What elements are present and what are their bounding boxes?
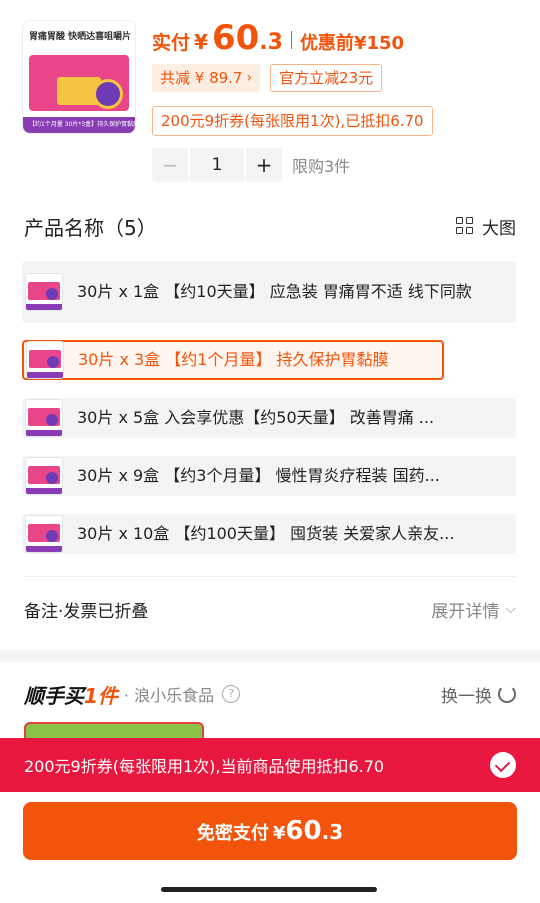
buy-along-header: 顺手买1件 · 浪小乐食品 ? 换一换 xyxy=(24,678,516,710)
home-indicator xyxy=(161,887,377,892)
purchase-limit: 限购3件 xyxy=(292,157,351,176)
option-item-selected[interactable]: 30片 x 3盒 【约1个月量】 持久保护胃黏膜 xyxy=(22,340,444,380)
expand-details-label: 展开详情 xyxy=(431,601,500,622)
official-discount-badge: 官方立减23元 xyxy=(270,64,383,92)
options-header: 产品名称（5） 大图 xyxy=(24,208,516,244)
option-thumbnail xyxy=(25,399,63,437)
option-thumbnail xyxy=(25,457,63,495)
big-view-label: 大图 xyxy=(482,218,516,239)
price-row: 实付 ¥ 60 .3 优惠前 ¥150 xyxy=(152,18,404,62)
option-label: 30片 x 1盒 【约10天量】 应急装 胃痛胃不适 线下同款 xyxy=(77,282,472,301)
option-label: 30片 x 10盒 【约100天量】 囤货装 关爱家人亲友... xyxy=(77,524,455,543)
pay-amount-integer: 60 xyxy=(285,816,322,846)
pay-label: 免密支付 xyxy=(196,823,269,844)
expand-details-button[interactable]: 展开详情 ⌵ xyxy=(431,597,516,622)
option-thumbnail xyxy=(25,273,63,311)
refresh-icon xyxy=(498,685,516,703)
big-view-button[interactable]: 大图 xyxy=(456,214,516,239)
pay-currency: ¥ xyxy=(272,823,286,844)
option-item[interactable]: 30片 x 10盒 【约100天量】 囤货装 关爱家人亲友... xyxy=(22,514,516,554)
option-label: 30片 x 5盒 入会享优惠【约50天量】 改善胃痛 ... xyxy=(77,408,435,427)
price-before: ¥150 xyxy=(353,33,405,54)
coupon-banner[interactable]: 200元9折券(每张限用1次),当前商品使用抵扣6.70 xyxy=(0,738,540,792)
buy-along-brand: 顺手买1件 xyxy=(24,683,118,708)
option-thumbnail xyxy=(25,515,63,553)
option-item[interactable]: 30片 x 5盒 入会享优惠【约50天量】 改善胃痛 ... xyxy=(22,398,516,438)
coupon-badge[interactable]: 200元9折券(每张限用1次),已抵扣6.70 xyxy=(152,106,433,136)
option-item[interactable]: 30片 x 9盒 【约3个月量】 慢性胃炎疗程装 国药... xyxy=(22,456,516,496)
thumbnail-title: 胃痛胃酸 快晒达喜咀嚼片 xyxy=(29,32,132,42)
quantity-stepper: − 1 + 限购3件 xyxy=(152,148,350,182)
refresh-button[interactable]: 换一换 xyxy=(441,682,516,707)
grid-icon xyxy=(456,217,474,235)
shop-name[interactable]: · 浪小乐食品 xyxy=(124,682,214,706)
option-item[interactable]: 30片 x 1盒 【约10天量】 应急装 胃痛胃不适 线下同款 xyxy=(22,261,516,323)
pay-amount-decimal: .3 xyxy=(321,820,344,844)
product-thumbnail[interactable]: 胃痛胃酸 快晒达喜咀嚼片 【约1个月量 30片*3盒】持久保护胃黏膜 xyxy=(22,20,136,134)
pay-button[interactable]: 免密支付 ¥ 60 .3 xyxy=(23,802,517,860)
remark-label: 备注·发票已折叠 xyxy=(24,601,149,622)
quantity-input[interactable]: 1 xyxy=(190,148,244,182)
divider xyxy=(24,576,516,577)
chevron-right-icon: › xyxy=(246,70,253,86)
price-decimal: .3 xyxy=(259,30,283,55)
thumbnail-footer: 【约1个月量 30片*3盒】持久保护胃黏膜 xyxy=(23,117,135,133)
discount-row: 共减 ¥ 89.7 › 官方立减23元 xyxy=(152,64,383,92)
section-gap xyxy=(0,650,540,662)
price-label: 实付 xyxy=(152,32,191,54)
remark-row[interactable]: 备注·发票已折叠 展开详情 ⌵ xyxy=(24,592,516,626)
price-currency: ¥ xyxy=(194,30,208,54)
increase-button[interactable]: + xyxy=(246,148,282,182)
price-integer: 60 xyxy=(211,18,260,58)
check-icon[interactable] xyxy=(490,752,516,778)
coupon-banner-text: 200元9折券(每张限用1次),当前商品使用抵扣6.70 xyxy=(24,757,385,776)
total-discount-text: 共减 ¥ 89.7 xyxy=(160,69,243,87)
decrease-button[interactable]: − xyxy=(152,148,188,182)
option-label: 30片 x 3盒 【约1个月量】 持久保护胃黏膜 xyxy=(78,350,389,369)
options-title: 产品名称（5） xyxy=(24,215,157,240)
total-discount-button[interactable]: 共减 ¥ 89.7 › xyxy=(152,64,261,92)
option-label: 30片 x 9盒 【约3个月量】 慢性胃炎疗程装 国药... xyxy=(77,466,440,485)
refresh-label: 换一换 xyxy=(441,686,492,707)
chevron-down-icon: ⌵ xyxy=(505,601,516,617)
option-thumbnail xyxy=(26,341,64,379)
help-icon[interactable]: ? xyxy=(222,685,241,703)
price-separator xyxy=(290,31,292,49)
price-before-label: 优惠前 xyxy=(299,33,354,54)
